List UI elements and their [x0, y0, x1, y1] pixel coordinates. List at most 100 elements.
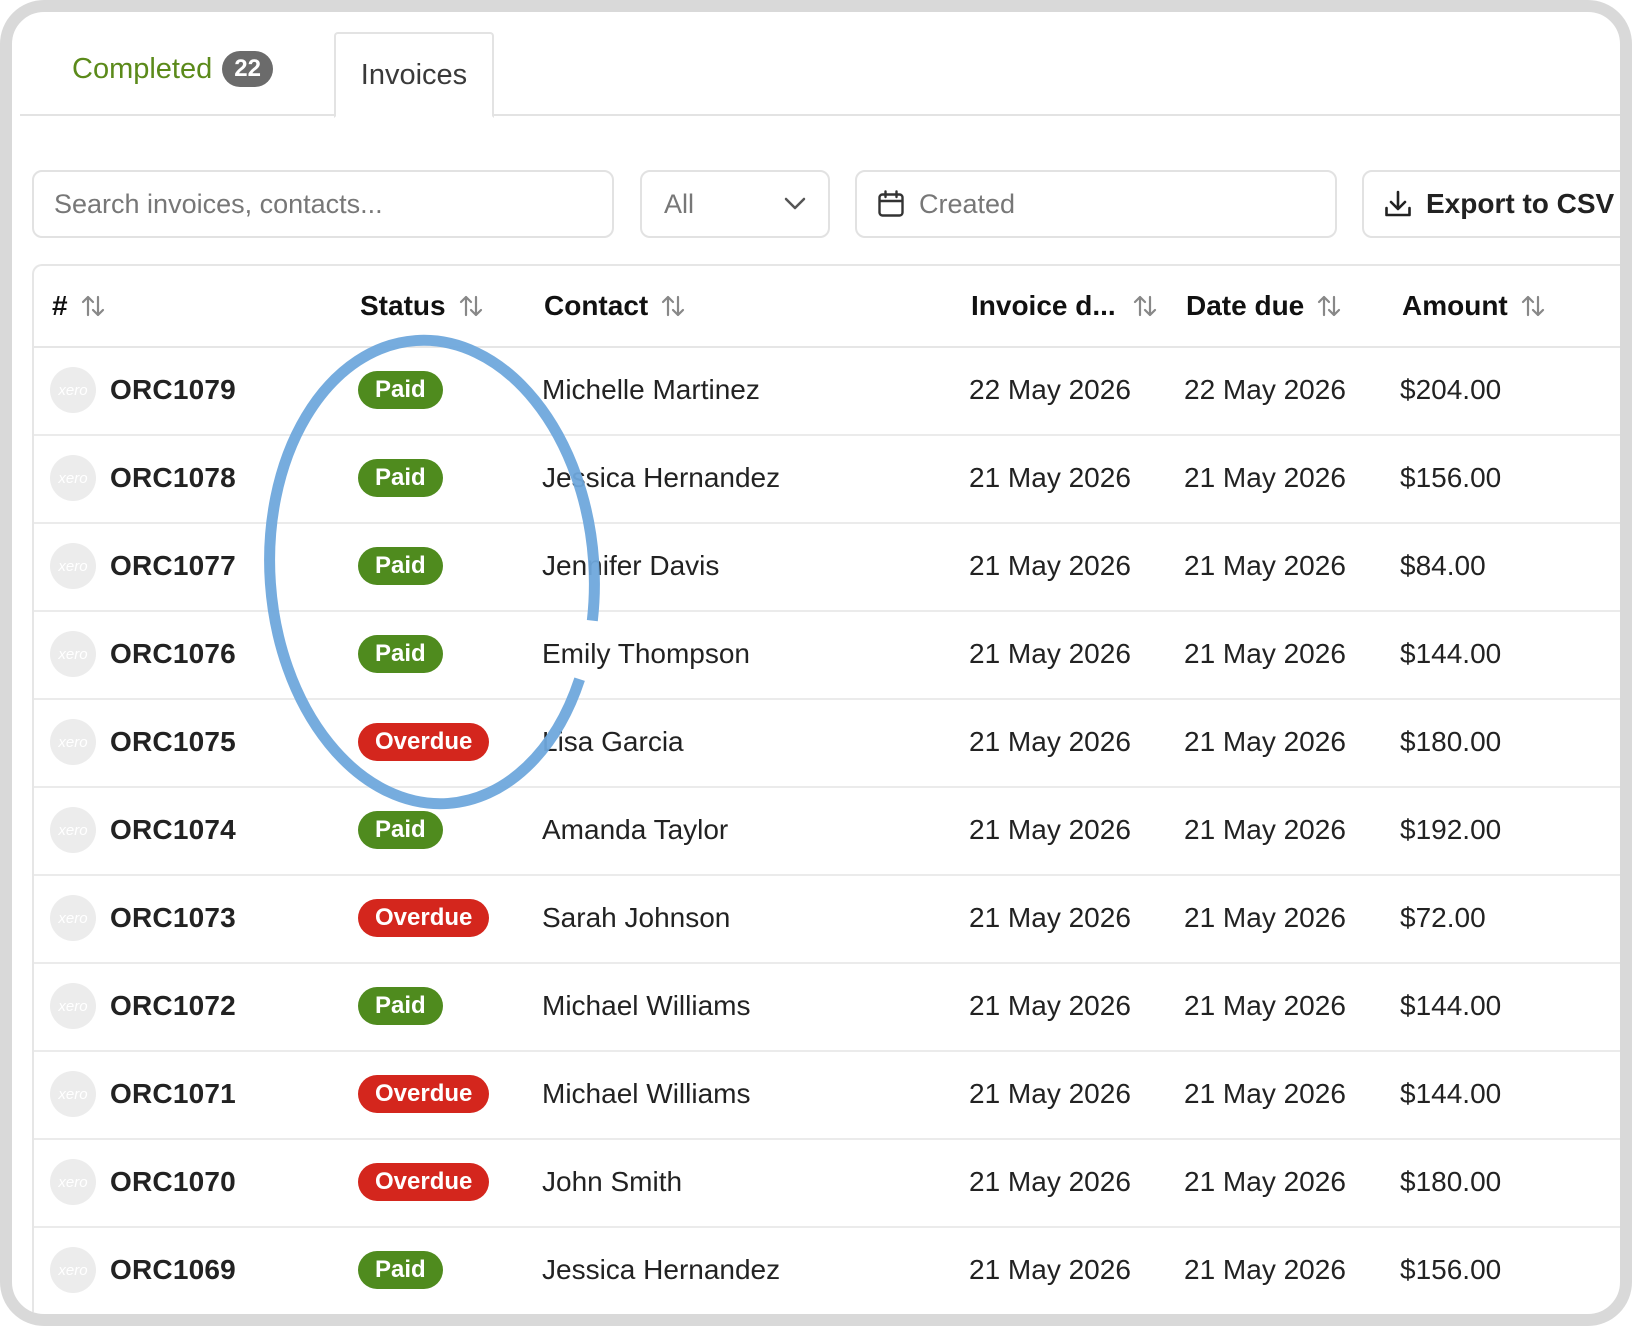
table-row[interactable]: xero ORC1072 Paid Michael Williams 21 May 20…	[34, 962, 1620, 1052]
status-cell: Overdue	[358, 1138, 490, 1226]
header-contact-label: Contact	[544, 290, 649, 321]
table-row[interactable]: xero ORC1073 Overdue Sarah Johnson 21 May 20…	[34, 874, 1620, 964]
date-due-cell: 21 May 2026	[1184, 462, 1346, 493]
header-amount-label: Amount	[1402, 290, 1508, 321]
created-date-placeholder: Created	[919, 188, 1016, 219]
header-invoice-date[interactable]: Invoice d...	[971, 266, 1158, 346]
invoice-date-cell: 21 May 2026	[969, 638, 1131, 669]
calendar-icon	[877, 190, 905, 218]
contact-cell: Michael Williams	[542, 1078, 751, 1109]
amount-cell: $180.00	[1400, 1166, 1502, 1197]
invoice-number-cell: xero ORC1071	[50, 1050, 236, 1138]
status-cell: Overdue	[358, 698, 490, 786]
amount-cell: $180.00	[1400, 726, 1502, 757]
completed-count-badge: 22	[222, 51, 273, 87]
table-row[interactable]: xero ORC1075 Overdue Lisa Garcia 21 May 2026…	[34, 698, 1620, 788]
xero-avatar: xero	[50, 1247, 96, 1293]
tab-completed[interactable]: Completed 22	[72, 26, 273, 112]
amount-cell: $144.00	[1400, 1078, 1502, 1109]
invoice-number-link[interactable]: ORC1079	[110, 374, 236, 406]
table-row[interactable]: xero ORC1071 Overdue Michael Williams 21 May…	[34, 1050, 1620, 1140]
table-row[interactable]: xero ORC1079 Paid Michelle Martinez 22 May 2…	[34, 346, 1620, 436]
invoice-date-cell: 21 May 2026	[969, 990, 1131, 1021]
search-placeholder: Search invoices, contacts...	[54, 188, 383, 219]
invoice-number-link[interactable]: ORC1076	[110, 638, 236, 670]
contact-cell: Jessica Hernandez	[542, 1254, 781, 1285]
invoice-number-link[interactable]: ORC1074	[110, 814, 236, 846]
header-number[interactable]: #	[52, 266, 106, 346]
invoice-date-cell: 21 May 2026	[969, 1078, 1131, 1109]
table-row[interactable]: xero ORC1076 Paid Emily Thompson 21 May 2026…	[34, 610, 1620, 700]
invoice-number-link[interactable]: ORC1078	[110, 462, 236, 494]
tab-invoices-label: Invoices	[360, 58, 468, 91]
invoice-number-link[interactable]: ORC1073	[110, 902, 236, 934]
header-invoice-date-label: Invoice d...	[971, 290, 1116, 321]
invoice-number-cell: xero ORC1076	[50, 610, 236, 698]
table-row[interactable]: xero ORC1078 Paid Jessica Hernandez 21 May 2…	[34, 434, 1620, 524]
status-badge: Paid	[358, 371, 443, 409]
invoice-number-link[interactable]: ORC1075	[110, 726, 236, 758]
invoice-number-cell: xero ORC1075	[50, 698, 236, 786]
download-icon	[1384, 190, 1412, 218]
header-status[interactable]: Status	[360, 266, 484, 346]
invoice-number-cell: xero ORC1074	[50, 786, 236, 874]
contact-cell: Jessica Hernandez	[542, 462, 781, 493]
contact-cell: Lisa Garcia	[542, 726, 684, 757]
invoice-date-cell: 21 May 2026	[969, 726, 1131, 757]
table-row[interactable]: xero ORC1077 Paid Jennifer Davis 21 May 2026…	[34, 522, 1620, 612]
tab-bar: Completed 22 Invoices	[20, 16, 1620, 118]
date-due-cell: 22 May 2026	[1184, 374, 1346, 405]
tab-invoices[interactable]: Invoices	[334, 32, 494, 118]
header-amount[interactable]: Amount	[1402, 266, 1546, 346]
chevron-down-icon	[784, 197, 806, 211]
window-frame: Completed 22 Invoices Search invoices, c…	[0, 0, 1632, 1326]
export-csv-button[interactable]: Export to CSV	[1362, 170, 1620, 238]
invoice-number-link[interactable]: ORC1069	[110, 1254, 236, 1286]
amount-cell: $144.00	[1400, 990, 1502, 1021]
invoices-table: # Status Contact Invoice d... Date due A…	[32, 264, 1620, 1314]
xero-avatar: xero	[50, 543, 96, 589]
status-cell: Paid	[358, 1226, 443, 1314]
header-date-due[interactable]: Date due	[1186, 266, 1342, 346]
xero-avatar: xero	[50, 1159, 96, 1205]
xero-avatar: xero	[50, 455, 96, 501]
xero-avatar: xero	[50, 1071, 96, 1117]
invoice-number-link[interactable]: ORC1077	[110, 550, 236, 582]
status-badge: Overdue	[358, 1075, 490, 1113]
table-row[interactable]: xero ORC1070 Overdue John Smith 21 May 2026 2…	[34, 1138, 1620, 1228]
status-cell: Paid	[358, 434, 443, 522]
status-cell: Overdue	[358, 1050, 490, 1138]
status-badge: Overdue	[358, 899, 490, 937]
table-row[interactable]: xero ORC1069 Paid Jessica Hernandez 21 May 2…	[34, 1226, 1620, 1314]
export-csv-label: Export to CSV	[1426, 188, 1615, 219]
header-status-label: Status	[360, 290, 446, 321]
header-contact[interactable]: Contact	[544, 266, 686, 346]
sort-arrows-icon	[1316, 293, 1342, 319]
xero-avatar: xero	[50, 631, 96, 677]
invoice-date-cell: 21 May 2026	[969, 1254, 1131, 1285]
status-badge: Paid	[358, 1251, 443, 1289]
date-due-cell: 21 May 2026	[1184, 1078, 1346, 1109]
invoice-number-cell: xero ORC1077	[50, 522, 236, 610]
status-filter-select[interactable]: All	[640, 170, 830, 238]
invoice-date-cell: 21 May 2026	[969, 550, 1131, 581]
created-date-input[interactable]: Created	[855, 170, 1337, 238]
invoice-number-link[interactable]: ORC1071	[110, 1078, 236, 1110]
invoice-date-cell: 22 May 2026	[969, 374, 1131, 405]
search-input[interactable]: Search invoices, contacts...	[32, 170, 614, 238]
amount-cell: $192.00	[1400, 814, 1502, 845]
date-due-cell: 21 May 2026	[1184, 550, 1346, 581]
xero-avatar: xero	[50, 367, 96, 413]
xero-avatar: xero	[50, 719, 96, 765]
invoice-number-link[interactable]: ORC1072	[110, 990, 236, 1022]
sort-arrows-icon	[1132, 293, 1158, 319]
contact-cell: John Smith	[542, 1166, 683, 1197]
table-row[interactable]: xero ORC1074 Paid Amanda Taylor 21 May 2026 2…	[34, 786, 1620, 876]
contact-cell: Emily Thompson	[542, 638, 751, 669]
contact-cell: Amanda Taylor	[542, 814, 729, 845]
header-number-label: #	[52, 290, 68, 321]
status-badge: Overdue	[358, 1163, 490, 1201]
invoice-number-link[interactable]: ORC1070	[110, 1166, 236, 1198]
status-cell: Overdue	[358, 874, 490, 962]
xero-avatar: xero	[50, 807, 96, 853]
